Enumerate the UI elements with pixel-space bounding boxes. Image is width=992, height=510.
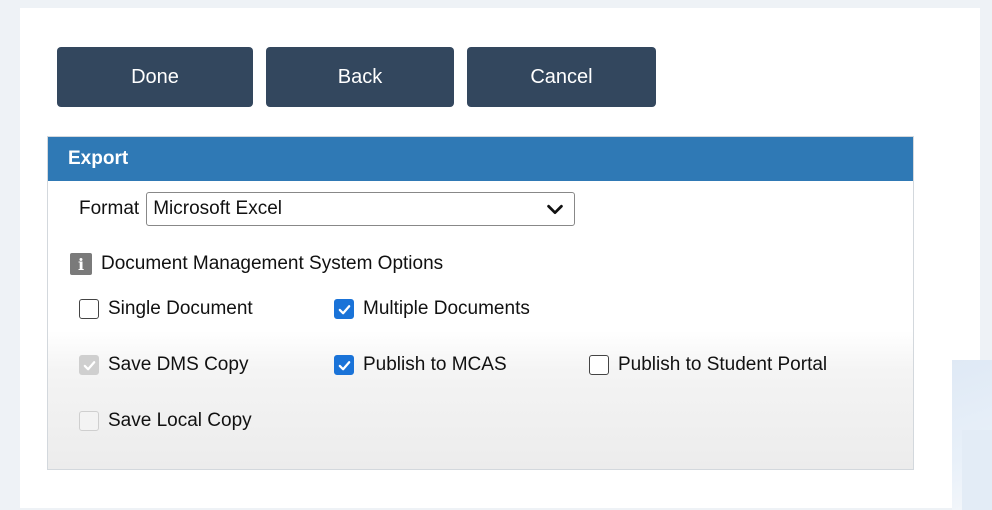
checkmark-icon — [338, 360, 350, 370]
format-row: Format Microsoft Excel — [79, 192, 576, 226]
publish-mcas-checkbox[interactable] — [334, 355, 354, 375]
back-button[interactable]: Back — [266, 47, 454, 107]
publish-student-portal-option[interactable]: Publish to Student Portal — [589, 354, 827, 376]
save-dms-copy-option: Save DMS Copy — [79, 354, 248, 376]
checkmark-icon — [83, 360, 95, 370]
format-select-value: Microsoft Excel — [153, 198, 282, 219]
export-header: Export — [48, 137, 913, 181]
format-label: Format — [79, 198, 140, 219]
save-dms-copy-label: Save DMS Copy — [108, 354, 249, 375]
publish-student-portal-label: Publish to Student Portal — [618, 354, 828, 375]
multiple-documents-label: Multiple Documents — [363, 298, 530, 319]
publish-student-portal-checkbox[interactable] — [589, 355, 609, 375]
publish-mcas-option[interactable]: Publish to MCAS — [334, 354, 507, 376]
save-local-copy-checkbox — [79, 411, 99, 431]
background-decoration-lower — [962, 430, 992, 510]
checkmark-icon — [338, 304, 350, 314]
dms-options-heading: i Document Management System Options — [70, 253, 443, 275]
single-document-checkbox[interactable] — [79, 299, 99, 319]
page: Done Back Cancel Export Format Microsoft… — [0, 0, 992, 510]
single-document-option[interactable]: Single Document — [79, 298, 253, 320]
single-document-label: Single Document — [108, 298, 253, 319]
save-dms-copy-checkbox — [79, 355, 99, 375]
cancel-button[interactable]: Cancel — [467, 47, 656, 107]
info-icon[interactable]: i — [70, 253, 92, 275]
publish-mcas-label: Publish to MCAS — [363, 354, 507, 375]
dms-options-title: Document Management System Options — [101, 253, 444, 274]
chevron-down-icon — [547, 204, 563, 215]
done-button[interactable]: Done — [57, 47, 253, 107]
multiple-documents-option[interactable]: Multiple Documents — [334, 298, 530, 320]
save-local-copy-label: Save Local Copy — [108, 410, 252, 431]
export-panel: Export Format Microsoft Excel i Document… — [47, 136, 914, 470]
save-local-copy-option: Save Local Copy — [79, 410, 252, 432]
export-body: Format Microsoft Excel i Document Manage… — [48, 181, 913, 469]
format-select[interactable]: Microsoft Excel — [146, 192, 576, 226]
multiple-documents-checkbox[interactable] — [334, 299, 354, 319]
toolbar: Done Back Cancel — [57, 47, 656, 107]
